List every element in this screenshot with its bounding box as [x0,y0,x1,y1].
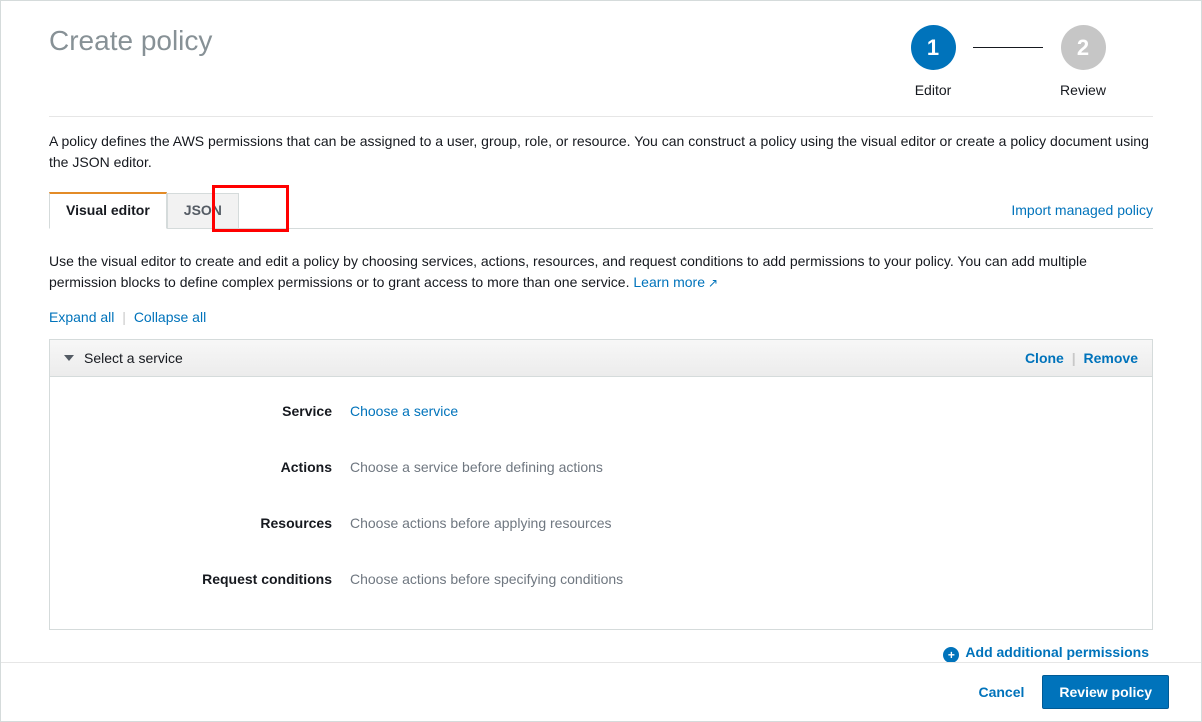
tab-visual-editor[interactable]: Visual editor [49,192,167,229]
clone-link[interactable]: Clone [1025,350,1064,366]
row-service: Service Choose a service [50,383,1152,439]
tab-json[interactable]: JSON [167,193,239,229]
separator: | [122,309,126,325]
value-resources: Choose actions before applying resources [350,515,612,531]
label-actions: Actions [50,459,350,475]
value-conditions: Choose actions before specifying conditi… [350,571,623,587]
label-conditions: Request conditions [50,571,350,587]
choose-service-link[interactable]: Choose a service [350,403,458,419]
footer-actions: Cancel Review policy [1,662,1201,721]
page-description: A policy defines the AWS permissions tha… [1,117,1201,173]
visual-editor-description: Use the visual editor to create and edit… [1,229,1201,293]
caret-down-icon [64,355,74,361]
label-service: Service [50,403,350,419]
cancel-button[interactable]: Cancel [978,684,1024,700]
visual-editor-description-text: Use the visual editor to create and edit… [49,253,1087,290]
expand-all-link[interactable]: Expand all [49,309,114,325]
add-additional-permissions-link[interactable]: + Add additional permissions [1,630,1201,661]
row-resources: Resources Choose actions before applying… [50,495,1152,551]
step-connector [973,47,1043,48]
row-conditions: Request conditions Choose actions before… [50,551,1152,607]
step-2-circle: 2 [1061,25,1106,70]
remove-link[interactable]: Remove [1084,350,1138,366]
step-review: 2 Review [1043,25,1123,98]
panel-title: Select a service [84,350,183,366]
step-1-label: Editor [915,82,952,98]
collapse-all-link[interactable]: Collapse all [134,309,206,325]
plus-icon: + [943,647,959,663]
panel-body: Service Choose a service Actions Choose … [50,377,1152,629]
editor-tabs: Visual editor JSON Import managed policy [49,191,1153,229]
step-editor: 1 Editor [893,25,973,98]
learn-more-link[interactable]: Learn more [633,274,718,290]
review-policy-button[interactable]: Review policy [1042,675,1169,709]
row-actions: Actions Choose a service before defining… [50,439,1152,495]
add-perms-label: Add additional permissions [965,644,1149,660]
label-resources: Resources [50,515,350,531]
import-managed-policy-link[interactable]: Import managed policy [1011,202,1153,228]
separator: | [1072,350,1076,366]
step-1-circle: 1 [911,25,956,70]
page-title: Create policy [49,25,212,98]
permission-block-panel: Select a service Clone | Remove Service … [49,339,1153,630]
wizard-stepper: 1 Editor 2 Review [893,25,1153,98]
panel-header[interactable]: Select a service Clone | Remove [50,340,1152,377]
step-2-label: Review [1060,82,1106,98]
value-actions: Choose a service before defining actions [350,459,603,475]
